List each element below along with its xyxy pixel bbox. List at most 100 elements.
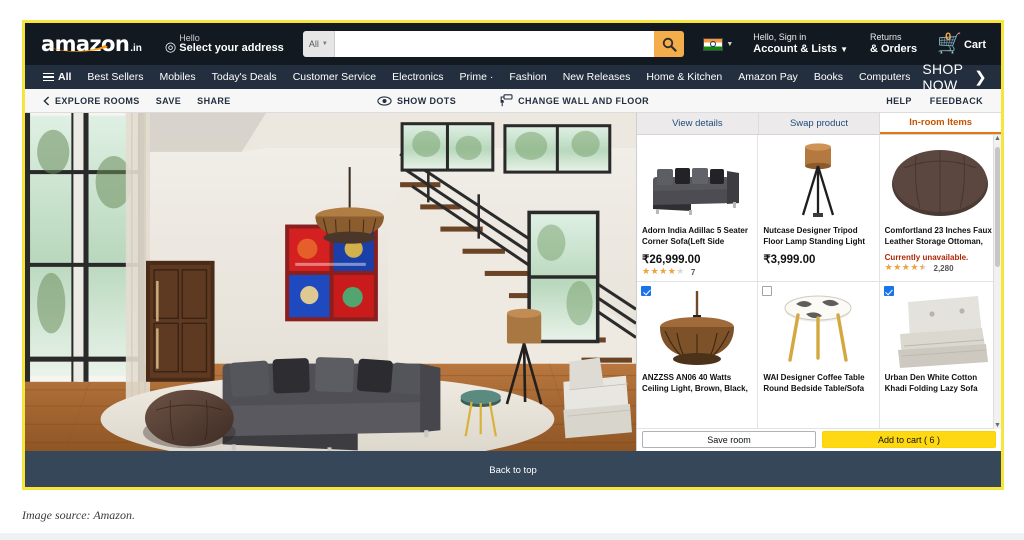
save-room-button[interactable]: Save room (642, 431, 816, 448)
returns-and-orders-link[interactable]: Returns & Orders (863, 29, 924, 59)
rail-action-bar: Save room Add to cart ( 6 ) (637, 429, 1001, 451)
scrollbar-thumb[interactable] (995, 147, 1000, 267)
caret-down-icon[interactable]: ▼ (994, 422, 1001, 429)
amazon-showroom-window: amazon .in ◎ Hello Select your address A… (22, 20, 1004, 490)
back-to-top-label: Back to top (489, 464, 537, 476)
hamburger-menu-icon (43, 72, 54, 82)
chevron-down-icon: ▼ (726, 40, 734, 48)
share-button[interactable]: SHARE (189, 93, 239, 109)
product-card-ceiling-light[interactable]: ANZZSS AN06 40 Watts Ceiling Light, Brow… (637, 282, 759, 429)
search-category-dropdown[interactable]: All ▼ (302, 31, 335, 57)
search-icon (662, 37, 677, 52)
amazon-logo[interactable]: amazon .in (35, 31, 150, 58)
change-wall-and-floor-label: CHANGE WALL AND FLOOR (518, 95, 650, 106)
product-checkbox[interactable] (762, 286, 773, 296)
product-availability-status: Currently unavailable. (884, 253, 969, 262)
product-card-lazy-sofa[interactable]: Urban Den White Cotton Khadi Folding Laz… (879, 282, 1001, 429)
subnav-item-home-and-kitchen[interactable]: Home & Kitchen (638, 67, 730, 87)
save-button[interactable]: SAVE (148, 93, 189, 109)
product-rating[interactable]: ★★★★★★★★★★ 2,280 (884, 263, 996, 274)
subnav-item-fashion[interactable]: Fashion (501, 67, 554, 87)
rail-tab-bar: View details Swap product In-room Items (637, 113, 1001, 135)
feedback-button[interactable]: FEEDBACK (922, 93, 991, 109)
change-wall-and-floor-button[interactable]: CHANGE WALL AND FLOOR (490, 91, 657, 110)
room-scene-image (25, 113, 636, 451)
subnav-item-amazon-pay[interactable]: Amazon Pay (730, 67, 806, 87)
add-to-cart-button[interactable]: Add to cart ( 6 ) (822, 431, 996, 448)
subnav-item-books[interactable]: Books (806, 67, 851, 87)
paint-roller-icon (498, 94, 513, 107)
search-input[interactable] (334, 31, 655, 57)
cart-button[interactable]: 0 🛒 Cart (930, 31, 993, 57)
cart-label: Cart (963, 39, 986, 51)
product-checkbox[interactable] (883, 286, 894, 296)
product-title: ANZZSS AN06 40 Watts Ceiling Light, Brow… (642, 373, 748, 396)
toolbar-center-group: SHOW DOTS CHANGE WALL AND FLOOR (369, 91, 657, 110)
caret-up-icon[interactable]: ▲ (994, 135, 1001, 142)
chevron-down-icon: ▼ (321, 41, 328, 47)
amazon-secondary-navigation: All Best Sellers Mobiles Today's Deals C… (25, 61, 1001, 93)
product-card-sofa[interactable]: Adorn India Adillac 5 Seater Corner Sofa… (637, 135, 759, 282)
star-rating-icon: ★★★★★★★★★★ (884, 263, 928, 273)
tab-in-room-items[interactable]: In-room Items (880, 113, 1001, 134)
cart-count-badge: 0 (945, 31, 952, 43)
product-price: ₹3,999.00 (763, 254, 816, 266)
subnav-item-todays-deals[interactable]: Today's Deals (204, 67, 285, 87)
product-title: Adorn India Adillac 5 Seater Corner Sofa… (642, 226, 748, 249)
location-pin-icon: ◎ (164, 38, 177, 54)
delivery-address-selector[interactable]: ◎ Hello Select your address (158, 30, 291, 59)
showroom-toolbar: EXPLORE ROOMS SAVE SHARE SHOW DOTS CHANG… (25, 89, 1001, 113)
rating-count: 7 (690, 268, 696, 277)
help-button[interactable]: HELP (878, 93, 920, 109)
subnav-item-computers[interactable]: Computers (851, 67, 918, 87)
leather-ottoman-image (885, 139, 996, 225)
show-dots-label: SHOW DOTS (396, 95, 457, 106)
tab-swap-product[interactable]: Swap product (758, 113, 881, 134)
india-flag-icon (703, 37, 724, 51)
show-dots-toggle[interactable]: SHOW DOTS (369, 93, 464, 109)
country-language-selector[interactable]: ▼ (698, 34, 738, 55)
product-rail: View details Swap product In-room Items (636, 113, 1001, 451)
product-title: WAI Designer Coffee Table Round Bedside … (763, 373, 865, 396)
explore-rooms-button[interactable]: EXPLORE ROOMS (35, 93, 148, 109)
product-price: ₹26,999.00 (642, 254, 701, 266)
product-card-coffee-table[interactable]: WAI Designer Coffee Table Round Bedside … (758, 282, 880, 429)
product-title: Comfortland 23 Inches Faux Leather Stora… (884, 226, 992, 249)
chevron-left-icon (43, 95, 50, 106)
page-bottom-rule (0, 533, 1024, 540)
chevron-right-icon: ❯ (974, 69, 987, 86)
orders-label: & Orders (870, 42, 918, 55)
toolbar-right-group: HELP FEEDBACK (878, 93, 991, 109)
back-to-top-bar[interactable]: Back to top (25, 451, 1001, 487)
round-coffee-table-image (763, 286, 873, 372)
account-and-lists-menu[interactable]: Hello, Sign in Account & Lists ▼ (746, 29, 855, 59)
search-bar: All ▼ (302, 31, 685, 57)
product-card-floor-lamp[interactable]: Nutcase Designer Tripod Floor Lamp Stand… (758, 135, 880, 282)
subnav-item-mobiles[interactable]: Mobiles (151, 67, 203, 87)
tab-view-details[interactable]: View details (637, 113, 759, 134)
product-card-ottoman[interactable]: Comfortland 23 Inches Faux Leather Stora… (879, 135, 1001, 282)
product-rating[interactable]: ★★★★★★★★★★ 7 (642, 267, 752, 278)
amazon-logo-tld: .in (130, 42, 142, 54)
returns-label: Returns (870, 32, 902, 42)
product-title: Nutcase Designer Tripod Floor Lamp Stand… (763, 226, 866, 249)
subnav-item-prime[interactable]: Prime · (452, 67, 502, 87)
product-grid: Adorn India Adillac 5 Seater Corner Sofa… (637, 135, 1001, 429)
star-rating-icon: ★★★★★★★★★★ (642, 267, 685, 277)
sidebar-item-all[interactable]: All (35, 67, 79, 87)
product-title: Urban Den White Cotton Khadi Folding Laz… (884, 373, 978, 396)
room-visualization[interactable] (25, 113, 636, 451)
round-cage-ceiling-light-image (642, 286, 752, 372)
address-label: Select your address (179, 41, 284, 54)
search-submit-button[interactable] (654, 31, 685, 57)
subnav-item-new-releases[interactable]: New Releases (555, 67, 639, 87)
amazon-smile-icon (47, 44, 109, 53)
product-checkbox[interactable] (641, 286, 651, 296)
rail-scrollbar[interactable]: ▲ ▼ (993, 135, 1001, 429)
subnav-item-electronics[interactable]: Electronics (384, 67, 451, 87)
showroom-stage: View details Swap product In-room Items (25, 113, 1001, 451)
tripod-floor-lamp-image (763, 139, 873, 225)
subnav-item-customer-service[interactable]: Customer Service (285, 67, 384, 87)
subnav-item-best-sellers[interactable]: Best Sellers (79, 67, 151, 87)
all-menu-label: All (58, 71, 72, 83)
